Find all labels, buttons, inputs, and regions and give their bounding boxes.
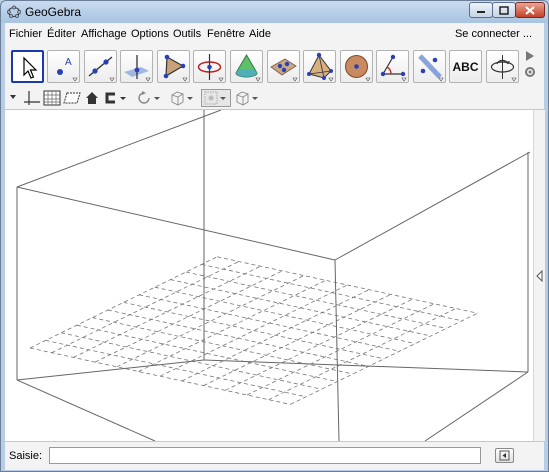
menu-window[interactable]: Fenêtre (207, 28, 245, 40)
point-capture-icon (204, 91, 226, 105)
line-icon (88, 56, 115, 82)
menu-edit[interactable]: Éditer (47, 28, 76, 40)
tool-perpendicular[interactable] (120, 50, 153, 83)
close-icon (525, 5, 535, 15)
minimize-icon (477, 11, 485, 13)
clipping-icon[interactable] (103, 90, 129, 106)
grid-line (185, 271, 447, 329)
perpendicular-icon (124, 55, 151, 82)
maximize-button[interactable] (492, 2, 516, 18)
tool-pyramid[interactable] (303, 50, 336, 83)
text-tool-label: ABC (452, 60, 479, 74)
move-cursor-icon (23, 56, 38, 79)
cone-icon (235, 54, 261, 82)
axes-icon[interactable] (23, 90, 41, 106)
bounding-box-edge (16, 379, 156, 441)
3d-scene[interactable] (5, 110, 533, 441)
rotate-view-icon[interactable] (137, 90, 163, 106)
menu-tools[interactable]: Outils (173, 28, 201, 40)
tool-angle[interactable] (376, 50, 409, 83)
maximize-icon (499, 5, 509, 15)
grid-line (123, 302, 385, 360)
angle-icon (380, 54, 407, 82)
view-direction-icon[interactable] (170, 90, 196, 106)
input-help-icon (499, 450, 510, 461)
grid-line (92, 317, 353, 375)
input-label: Saisie: (9, 450, 43, 462)
bounding-box-edge (424, 371, 529, 441)
graphics-3d-view[interactable] (5, 110, 533, 441)
command-input[interactable] (49, 447, 481, 464)
reflect-about-plane-icon (418, 54, 444, 82)
menu-view[interactable]: Affichage (81, 28, 127, 40)
tool-plane-through-points[interactable] (267, 50, 300, 83)
pyramid-icon (307, 52, 334, 82)
stylebar-toggle-icon[interactable] (9, 90, 17, 106)
rotate-view-icon (490, 55, 517, 82)
client-area: Fichier Éditer Affichage Options Outils … (5, 23, 545, 470)
input-help-button[interactable] (495, 448, 514, 463)
expand-panel-icon[interactable] (536, 270, 544, 282)
grid-line (116, 275, 305, 368)
tool-line[interactable] (84, 50, 117, 83)
bounding-box-edge (203, 359, 529, 373)
bounding-box-edge (16, 110, 222, 188)
plane-through-points-icon (270, 58, 298, 82)
tool-move[interactable] (11, 50, 44, 83)
tool-rotate-view[interactable] (486, 50, 519, 83)
title-bar[interactable]: GeoGebra (1, 1, 548, 23)
svg-text:A: A (65, 57, 72, 68)
close-button[interactable] (515, 2, 545, 18)
home-icon[interactable] (85, 90, 99, 106)
input-bar: Saisie: (5, 441, 544, 470)
grid-line (268, 308, 457, 401)
geogebra-logo-icon (7, 5, 21, 18)
style-bar (5, 87, 544, 110)
grid-line (246, 303, 435, 396)
tool-reflect[interactable] (413, 50, 446, 83)
bounding-box-edge (16, 359, 205, 381)
polygon-icon (163, 54, 188, 82)
point-icon: A (57, 57, 78, 82)
grid-line (217, 256, 478, 314)
point-capture-button[interactable] (201, 89, 231, 107)
sign-in-link[interactable]: Se connecter ... (455, 28, 532, 40)
grid-icon[interactable] (43, 90, 61, 106)
toolbar-scroll-icon[interactable] (524, 48, 536, 82)
app-window: GeoGebra Fichier Éditer Affichage Option… (0, 0, 549, 472)
tool-sphere[interactable] (340, 50, 373, 83)
tool-circle-axis[interactable] (193, 50, 226, 83)
menu-file[interactable]: Fichier (9, 28, 42, 40)
menu-options[interactable]: Options (131, 28, 169, 40)
tool-cone[interactable] (230, 50, 263, 83)
bounding-box-edge (334, 151, 531, 261)
projection-icon[interactable] (235, 90, 261, 106)
sphere-icon (345, 55, 371, 82)
bounding-box-edge (16, 186, 336, 261)
circle-around-axis-icon (197, 54, 224, 82)
grid-line (138, 279, 326, 372)
menu-bar: Fichier Éditer Affichage Options Outils … (5, 23, 544, 45)
grid-line (154, 286, 416, 344)
plane-icon[interactable] (63, 90, 81, 106)
window-title: GeoGebra (25, 5, 82, 19)
minimize-button[interactable] (469, 2, 493, 18)
tool-point[interactable]: A (47, 50, 80, 83)
toolbar: A ABC (5, 45, 544, 87)
menu-help[interactable]: Aide (249, 28, 271, 40)
side-panel-toggle[interactable] (533, 110, 545, 441)
tool-polygon[interactable] (157, 50, 190, 83)
tool-text[interactable]: ABC (449, 50, 482, 83)
